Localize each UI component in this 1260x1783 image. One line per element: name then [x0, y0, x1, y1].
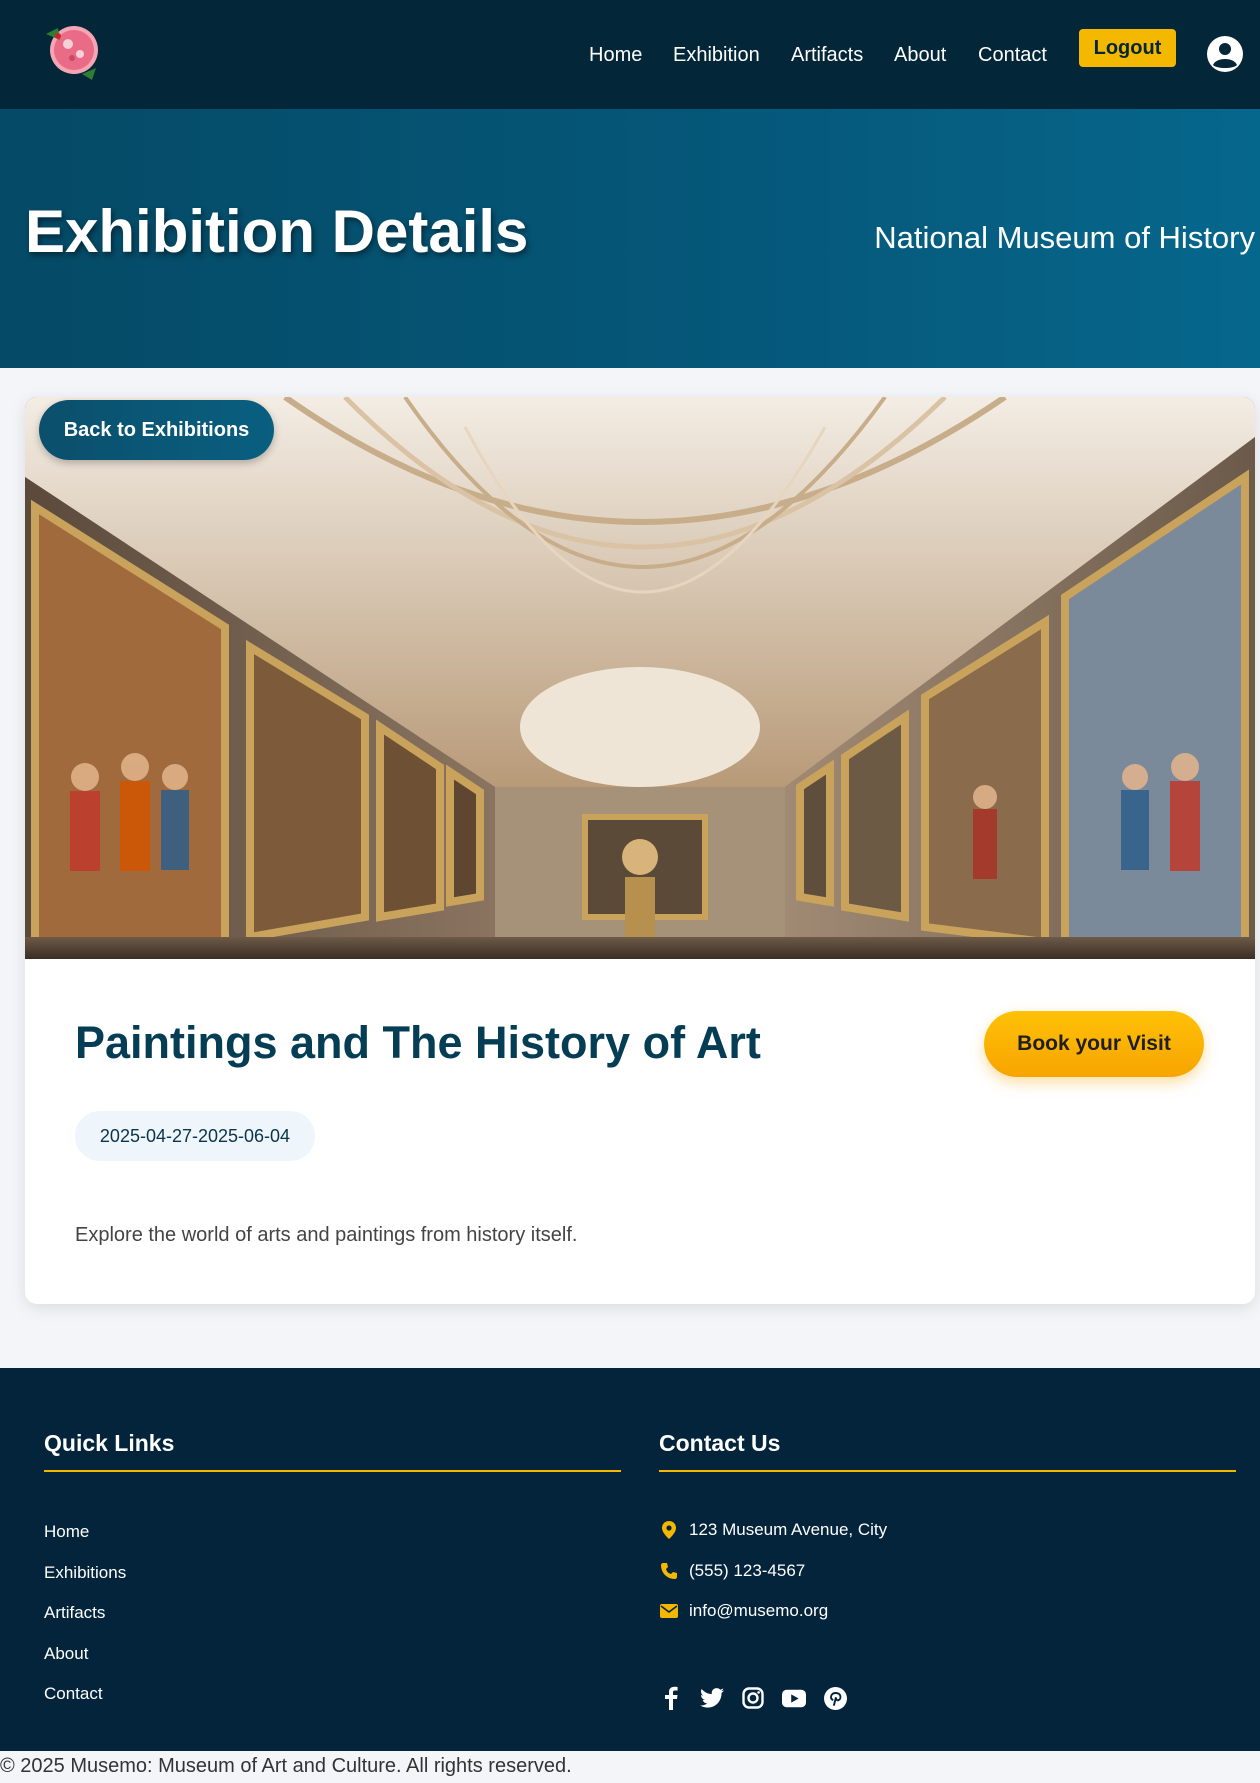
exhibition-dates-badge: 2025-04-27-2025-06-04 — [75, 1111, 315, 1161]
logout-button[interactable]: Logout — [1079, 29, 1176, 67]
twitter-icon[interactable] — [700, 1686, 724, 1710]
phone-icon — [659, 1561, 679, 1581]
contact-email: info@musemo.org — [659, 1601, 828, 1621]
back-to-exhibitions-button[interactable]: Back to Exhibitions — [39, 400, 274, 460]
footer-link-home[interactable]: Home — [44, 1522, 89, 1542]
contact-phone-text[interactable]: (555) 123-4567 — [689, 1561, 805, 1581]
footer-link-contact[interactable]: Contact — [44, 1684, 103, 1704]
museum-name: National Museum of History — [874, 220, 1255, 255]
top-navbar: Home Exhibition Artifacts About Contact … — [0, 0, 1260, 109]
copyright-notice: © 2025 Musemo: Museum of Art and Culture… — [0, 1755, 572, 1777]
contact-divider — [659, 1470, 1236, 1472]
nav-exhibition-link[interactable]: Exhibition — [673, 44, 760, 67]
nav-artifacts-link[interactable]: Artifacts — [791, 44, 863, 67]
contact-heading: Contact Us — [659, 1430, 781, 1456]
book-visit-button[interactable]: Book your Visit — [984, 1011, 1204, 1077]
envelope-icon — [659, 1601, 679, 1621]
nav-links: Home Exhibition Artifacts About Contact — [0, 38, 1260, 72]
contact-address-text: 123 Museum Avenue, City — [689, 1520, 888, 1539]
footer-link-exhibitions[interactable]: Exhibitions — [44, 1563, 126, 1583]
contact-section: Contact Us 123 Museum Avenue, City (555)… — [659, 1430, 1236, 1710]
quick-links-heading: Quick Links — [44, 1430, 175, 1456]
contact-phone: (555) 123-4567 — [659, 1561, 805, 1581]
map-marker-icon — [659, 1520, 679, 1540]
hero-banner: Exhibition Details National Museum of Hi… — [0, 109, 1260, 368]
contact-email-text[interactable]: info@musemo.org — [689, 1601, 828, 1621]
exhibition-gallery-image — [25, 397, 1255, 959]
instagram-icon[interactable] — [741, 1686, 765, 1710]
nav-home-link[interactable]: Home — [589, 44, 642, 67]
site-footer: Quick Links Home Exhibitions Artifacts A… — [0, 1368, 1260, 1751]
youtube-icon[interactable] — [782, 1686, 806, 1710]
exhibition-description: Explore the world of arts and paintings … — [75, 1224, 578, 1246]
nav-contact-link[interactable]: Contact — [978, 44, 1047, 67]
pinterest-icon[interactable] — [823, 1686, 847, 1710]
facebook-icon[interactable] — [659, 1686, 683, 1710]
footer-link-about[interactable]: About — [44, 1644, 88, 1664]
social-links — [659, 1686, 864, 1710]
user-account-icon[interactable] — [1206, 35, 1244, 73]
nav-about-link[interactable]: About — [894, 44, 946, 67]
exhibition-card: Back to Exhibitions Paintings and The Hi… — [25, 397, 1255, 1304]
footer-link-artifacts[interactable]: Artifacts — [44, 1603, 105, 1623]
quick-links-section: Quick Links Home Exhibitions Artifacts A… — [44, 1430, 621, 1703]
page-title: Exhibition Details — [25, 198, 529, 265]
contact-address: 123 Museum Avenue, City — [659, 1520, 887, 1540]
quick-links-divider — [44, 1470, 621, 1472]
exhibition-title: Paintings and The History of Art — [75, 1017, 761, 1068]
